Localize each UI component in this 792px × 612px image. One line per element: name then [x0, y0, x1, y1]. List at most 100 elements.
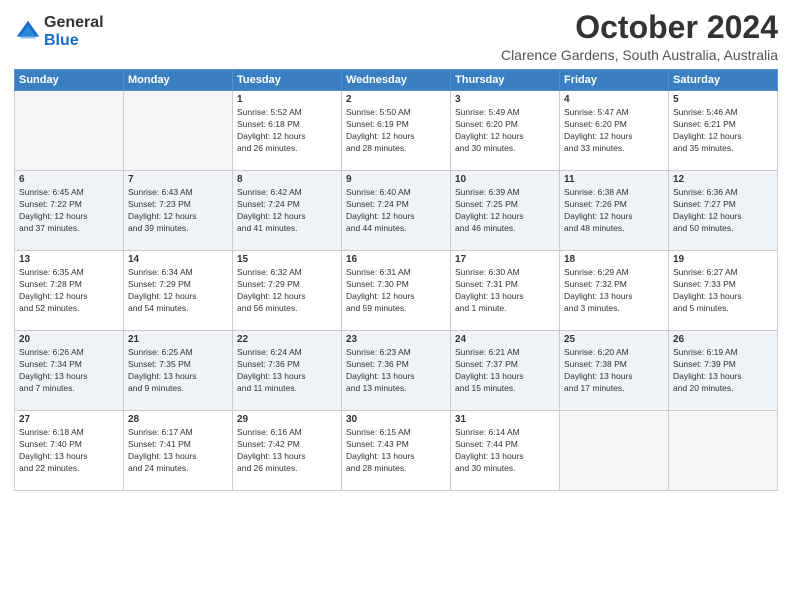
table-row: 22Sunrise: 6:24 AM Sunset: 7:36 PM Dayli…	[233, 331, 342, 411]
day-number: 3	[455, 94, 555, 105]
day-number: 30	[346, 414, 446, 425]
day-info: Sunrise: 5:46 AM Sunset: 6:21 PM Dayligh…	[673, 107, 773, 155]
table-row: 11 Sunrise: 6:38 AM Sunset: 7:26 PM Dayli…	[560, 171, 669, 251]
day-number: 2	[346, 94, 446, 105]
day-info: Sunrise: 5:47 AM Sunset: 6:20 PM Dayligh…	[564, 107, 664, 155]
day-info: Sunrise: 6:38 AM Sunset: 7:26 PM Dayligh…	[564, 187, 664, 235]
day-info: Sunrise: 5:50 AM Sunset: 6:19 PM Dayligh…	[346, 107, 446, 155]
day-number: 20	[19, 334, 119, 345]
table-row: 14 Sunrise: 6:34 AM Sunset: 7:29 PM Dayli…	[124, 251, 233, 331]
day-number: 11	[564, 174, 664, 185]
table-row: 23Sunrise: 6:23 AM Sunset: 7:36 PM Dayli…	[342, 331, 451, 411]
day-number: 8	[237, 174, 337, 185]
table-row: 17Sunrise: 6:30 AM Sunset: 7:31 PM Dayli…	[451, 251, 560, 331]
day-number: 6	[19, 174, 119, 185]
table-row: 27 Sunrise: 6:18 AM Sunset: 7:40 PM Dayli…	[15, 411, 124, 491]
table-row: 1 Sunrise: 5:52 AM Sunset: 6:18 PM Daylig…	[233, 91, 342, 171]
col-saturday: Saturday	[669, 70, 778, 91]
col-wednesday: Wednesday	[342, 70, 451, 91]
day-info: Sunrise: 6:24 AM Sunset: 7:36 PM Dayligh…	[237, 347, 337, 395]
day-number: 31	[455, 414, 555, 425]
calendar-header-row: Sunday Monday Tuesday Wednesday Thursday…	[15, 70, 778, 91]
table-row: 16 Sunrise: 6:31 AM Sunset: 7:30 PM Dayli…	[342, 251, 451, 331]
day-number: 23	[346, 334, 446, 345]
day-number: 24	[455, 334, 555, 345]
day-info: Sunrise: 6:34 AM Sunset: 7:29 PM Dayligh…	[128, 267, 228, 315]
day-number: 25	[564, 334, 664, 345]
col-thursday: Thursday	[451, 70, 560, 91]
day-number: 27	[19, 414, 119, 425]
table-row: 4Sunrise: 5:47 AM Sunset: 6:20 PM Daylig…	[560, 91, 669, 171]
calendar-week-row: 20Sunrise: 6:26 AM Sunset: 7:34 PM Dayli…	[15, 331, 778, 411]
day-info: Sunrise: 6:29 AM Sunset: 7:32 PM Dayligh…	[564, 267, 664, 315]
calendar-table: Sunday Monday Tuesday Wednesday Thursday…	[14, 69, 778, 491]
day-info: Sunrise: 6:19 AM Sunset: 7:39 PM Dayligh…	[673, 347, 773, 395]
table-row: 20Sunrise: 6:26 AM Sunset: 7:34 PM Dayli…	[15, 331, 124, 411]
day-number: 15	[237, 254, 337, 265]
table-row: 18 Sunrise: 6:29 AM Sunset: 7:32 PM Dayli…	[560, 251, 669, 331]
day-info: Sunrise: 6:39 AM Sunset: 7:25 PM Dayligh…	[455, 187, 555, 235]
day-number: 16	[346, 254, 446, 265]
table-row: 28Sunrise: 6:17 AM Sunset: 7:41 PM Dayli…	[124, 411, 233, 491]
table-row: 29 Sunrise: 6:16 AM Sunset: 7:42 PM Dayli…	[233, 411, 342, 491]
day-info: Sunrise: 6:16 AM Sunset: 7:42 PM Dayligh…	[237, 427, 337, 475]
table-row: 3Sunrise: 5:49 AM Sunset: 6:20 PM Daylig…	[451, 91, 560, 171]
table-row: 13 Sunrise: 6:35 AM Sunset: 7:28 PM Dayli…	[15, 251, 124, 331]
day-info: Sunrise: 6:21 AM Sunset: 7:37 PM Dayligh…	[455, 347, 555, 395]
table-row: 31Sunrise: 6:14 AM Sunset: 7:44 PM Dayli…	[451, 411, 560, 491]
day-info: Sunrise: 6:20 AM Sunset: 7:38 PM Dayligh…	[564, 347, 664, 395]
day-number: 7	[128, 174, 228, 185]
day-info: Sunrise: 6:36 AM Sunset: 7:27 PM Dayligh…	[673, 187, 773, 235]
calendar-week-row: 13 Sunrise: 6:35 AM Sunset: 7:28 PM Dayli…	[15, 251, 778, 331]
month-title: October 2024	[501, 10, 778, 45]
day-number: 29	[237, 414, 337, 425]
day-number: 21	[128, 334, 228, 345]
table-row: 5 Sunrise: 5:46 AM Sunset: 6:21 PM Daylig…	[669, 91, 778, 171]
day-number: 5	[673, 94, 773, 105]
table-row: 15Sunrise: 6:32 AM Sunset: 7:29 PM Dayli…	[233, 251, 342, 331]
day-number: 1	[237, 94, 337, 105]
table-row: 10 Sunrise: 6:39 AM Sunset: 7:25 PM Dayli…	[451, 171, 560, 251]
table-row: 25 Sunrise: 6:20 AM Sunset: 7:38 PM Dayli…	[560, 331, 669, 411]
day-number: 10	[455, 174, 555, 185]
day-info: Sunrise: 6:25 AM Sunset: 7:35 PM Dayligh…	[128, 347, 228, 395]
day-number: 9	[346, 174, 446, 185]
day-number: 19	[673, 254, 773, 265]
day-info: Sunrise: 6:43 AM Sunset: 7:23 PM Dayligh…	[128, 187, 228, 235]
day-number: 13	[19, 254, 119, 265]
logo-text: General Blue	[44, 14, 104, 50]
calendar-week-row: 1 Sunrise: 5:52 AM Sunset: 6:18 PM Daylig…	[15, 91, 778, 171]
col-tuesday: Tuesday	[233, 70, 342, 91]
table-row	[124, 91, 233, 171]
calendar-week-row: 27 Sunrise: 6:18 AM Sunset: 7:40 PM Dayli…	[15, 411, 778, 491]
day-info: Sunrise: 6:45 AM Sunset: 7:22 PM Dayligh…	[19, 187, 119, 235]
calendar-week-row: 6 Sunrise: 6:45 AM Sunset: 7:22 PM Daylig…	[15, 171, 778, 251]
logo: General Blue	[14, 14, 104, 50]
table-row: 21 Sunrise: 6:25 AM Sunset: 7:35 PM Dayli…	[124, 331, 233, 411]
table-row: 2 Sunrise: 5:50 AM Sunset: 6:19 PM Daylig…	[342, 91, 451, 171]
day-info: Sunrise: 6:31 AM Sunset: 7:30 PM Dayligh…	[346, 267, 446, 315]
day-number: 12	[673, 174, 773, 185]
table-row	[560, 411, 669, 491]
day-info: Sunrise: 6:18 AM Sunset: 7:40 PM Dayligh…	[19, 427, 119, 475]
day-info: Sunrise: 6:15 AM Sunset: 7:43 PM Dayligh…	[346, 427, 446, 475]
table-row: 12 Sunrise: 6:36 AM Sunset: 7:27 PM Dayli…	[669, 171, 778, 251]
col-monday: Monday	[124, 70, 233, 91]
table-row: 24 Sunrise: 6:21 AM Sunset: 7:37 PM Dayli…	[451, 331, 560, 411]
day-number: 17	[455, 254, 555, 265]
day-number: 18	[564, 254, 664, 265]
day-info: Sunrise: 6:35 AM Sunset: 7:28 PM Dayligh…	[19, 267, 119, 315]
table-row: 30 Sunrise: 6:15 AM Sunset: 7:43 PM Dayli…	[342, 411, 451, 491]
table-row	[15, 91, 124, 171]
day-number: 14	[128, 254, 228, 265]
day-info: Sunrise: 6:42 AM Sunset: 7:24 PM Dayligh…	[237, 187, 337, 235]
table-row: 26Sunrise: 6:19 AM Sunset: 7:39 PM Dayli…	[669, 331, 778, 411]
header: General Blue October 2024 Clarence Garde…	[14, 10, 778, 63]
page: General Blue October 2024 Clarence Garde…	[0, 0, 792, 612]
day-info: Sunrise: 5:52 AM Sunset: 6:18 PM Dayligh…	[237, 107, 337, 155]
day-number: 28	[128, 414, 228, 425]
title-block: October 2024 Clarence Gardens, South Aus…	[501, 10, 778, 63]
table-row: 9Sunrise: 6:40 AM Sunset: 7:24 PM Daylig…	[342, 171, 451, 251]
subtitle: Clarence Gardens, South Australia, Austr…	[501, 47, 778, 63]
table-row: 19Sunrise: 6:27 AM Sunset: 7:33 PM Dayli…	[669, 251, 778, 331]
